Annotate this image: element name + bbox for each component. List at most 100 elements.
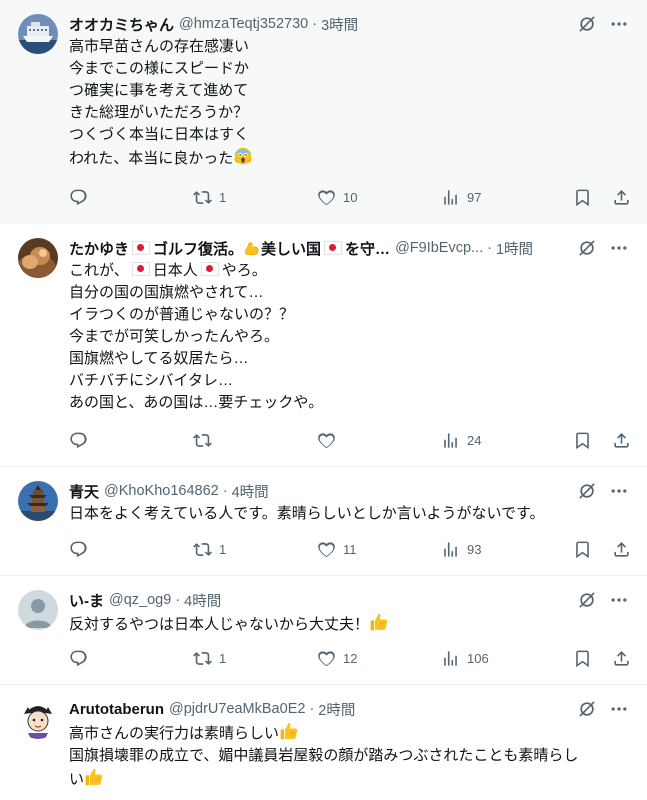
more-icon[interactable]	[609, 238, 629, 258]
reply-icon	[69, 649, 88, 668]
retweet-button[interactable]: 1	[193, 540, 317, 559]
text-line: つくづく本当に日本はすく	[69, 126, 250, 143]
text-span: これが、	[69, 262, 129, 279]
text-span: 日本人	[152, 262, 198, 279]
tweet-4[interactable]: い-ま @qz_og9 · 4時間 反対するやつは日本人じゃないから大丈夫！ 1…	[0, 576, 647, 685]
japan-flag-icon	[324, 240, 343, 255]
grok-icon[interactable]	[577, 481, 597, 501]
avatar[interactable]	[18, 14, 58, 54]
user-handle[interactable]: @qz_og9	[109, 592, 171, 608]
tweet-3[interactable]: 青天 @KhoKho164862 · 4時間 日本をよく考えている人です。素晴ら…	[0, 467, 647, 576]
user-handle[interactable]: @pjdrU7eaMkBa0E2	[169, 701, 305, 717]
tweet-text: 高市早苗さんの存在感凄い 今までこの様にスピードか つ確実に事を考えて進めて き…	[69, 36, 631, 170]
tweet-5[interactable]: Arutotaberun @pjdrU7eaMkBa0E2 · 2時間 高市さん…	[0, 685, 647, 800]
like-button[interactable]: 11	[317, 540, 441, 559]
view-count: 97	[467, 189, 482, 205]
timestamp[interactable]: 4時間	[184, 590, 221, 611]
share-icon[interactable]	[612, 431, 631, 450]
text-line: バチバチにシバイタレ…	[69, 372, 233, 389]
heart-icon	[317, 188, 336, 207]
reply-button[interactable]	[69, 649, 193, 668]
display-name[interactable]: Arutotaberun	[69, 701, 164, 718]
display-name[interactable]: オオカミちゃん	[69, 14, 174, 35]
grok-icon[interactable]	[577, 14, 597, 34]
tweet-1[interactable]: オオカミちゃん @hmzaTeqtj352730 · 3時間 高市早苗さんの存在…	[0, 0, 647, 224]
avatar[interactable]	[18, 590, 58, 630]
views-button[interactable]: 93	[441, 540, 565, 559]
grok-icon[interactable]	[577, 590, 597, 610]
action-bar: 24	[69, 430, 631, 450]
text-line: われた、本当に良かった	[69, 146, 631, 170]
separator-dot: ·	[222, 483, 228, 499]
timestamp[interactable]: 2時間	[318, 699, 355, 720]
action-bar: 1 12 106	[69, 648, 631, 668]
views-button[interactable]: 97	[441, 188, 565, 207]
bookmark-icon[interactable]	[573, 188, 592, 207]
tweet-header: 青天 @KhoKho164862 · 4時間	[69, 467, 631, 502]
retweet-button[interactable]: 1	[193, 188, 317, 207]
retweet-icon	[193, 649, 212, 668]
retweet-icon	[193, 431, 212, 450]
display-name[interactable]: たかゆき ゴルフ復活。 美しい国 を守…	[69, 238, 390, 259]
reply-button[interactable]	[69, 431, 193, 450]
bar-chart-icon	[441, 188, 460, 207]
text-line: きた総理がいただろうか？	[69, 104, 249, 121]
text-span: 高市さんの実行力は素晴らしい	[69, 725, 280, 742]
thumbs-up-emoji-icon	[84, 767, 104, 787]
like-count: 11	[343, 541, 357, 557]
tweet-2[interactable]: たかゆき ゴルフ復活。 美しい国 を守… @F9IbEvcp... · 1時間 これが…	[0, 224, 647, 467]
text-line: 今までが可笑しかったんやろ。	[69, 328, 280, 345]
views-button[interactable]: 24	[441, 431, 565, 450]
timestamp[interactable]: 4時間	[232, 481, 269, 502]
retweet-button[interactable]	[193, 431, 317, 450]
tweet-feed: オオカミちゃん @hmzaTeqtj352730 · 3時間 高市早苗さんの存在…	[0, 0, 647, 800]
avatar[interactable]	[18, 238, 58, 278]
timestamp[interactable]: 3時間	[321, 14, 358, 35]
display-name[interactable]: い-ま	[69, 590, 104, 611]
reply-icon	[69, 431, 88, 450]
like-button[interactable]: 12	[317, 649, 441, 668]
thumbs-up-emoji-icon	[279, 721, 299, 741]
text-span: い	[69, 771, 85, 788]
bookmark-icon[interactable]	[573, 431, 592, 450]
display-name[interactable]: 青天	[69, 481, 99, 502]
text-line: つ確実に事を考えて進めて	[69, 82, 249, 99]
avatar[interactable]	[18, 481, 58, 521]
user-handle[interactable]: @F9IbEvcp...	[395, 240, 483, 256]
tweet-text: 日本をよく考えている人です。素晴らしいとしか言いようがないです。	[69, 503, 631, 525]
action-bar: 1 11 93	[69, 539, 631, 559]
like-button[interactable]	[317, 431, 441, 450]
avatar[interactable]	[18, 699, 58, 739]
more-icon[interactable]	[609, 481, 629, 501]
like-button[interactable]: 10	[317, 188, 441, 207]
bookmark-icon[interactable]	[573, 540, 592, 559]
name-part: を守…	[345, 240, 391, 258]
grok-icon[interactable]	[577, 699, 597, 719]
action-bar: 1 10 97	[69, 187, 631, 207]
japan-flag-icon	[200, 262, 219, 276]
tweet-header: い-ま @qz_og9 · 4時間	[69, 576, 631, 611]
japan-flag-icon	[131, 262, 150, 276]
bar-chart-icon	[441, 431, 460, 450]
share-icon[interactable]	[612, 649, 631, 668]
share-icon[interactable]	[612, 540, 631, 559]
bookmark-icon[interactable]	[573, 649, 592, 668]
user-handle[interactable]: @hmzaTeqtj352730	[179, 16, 308, 32]
views-button[interactable]: 106	[441, 649, 565, 668]
more-icon[interactable]	[609, 14, 629, 34]
bar-chart-icon	[441, 649, 460, 668]
more-icon[interactable]	[609, 699, 629, 719]
timestamp[interactable]: 1時間	[496, 238, 533, 259]
reply-button[interactable]	[69, 188, 193, 207]
heart-icon	[317, 431, 336, 450]
user-handle[interactable]: @KhoKho164862	[104, 483, 219, 499]
grok-icon[interactable]	[577, 238, 597, 258]
retweet-button[interactable]: 1	[193, 649, 317, 668]
text-line: イラつくのが普通じゃないの？？	[69, 306, 295, 323]
text-line: あの国と、あの国は…要チェックや。	[69, 394, 324, 411]
retweet-icon	[193, 188, 212, 207]
tweet-text: これが、 日本人 やろ。 自分の国の国旗燃やされて… イラつくのが普通じゃないの？？…	[69, 260, 631, 414]
share-icon[interactable]	[612, 188, 631, 207]
reply-button[interactable]	[69, 540, 193, 559]
more-icon[interactable]	[609, 590, 629, 610]
